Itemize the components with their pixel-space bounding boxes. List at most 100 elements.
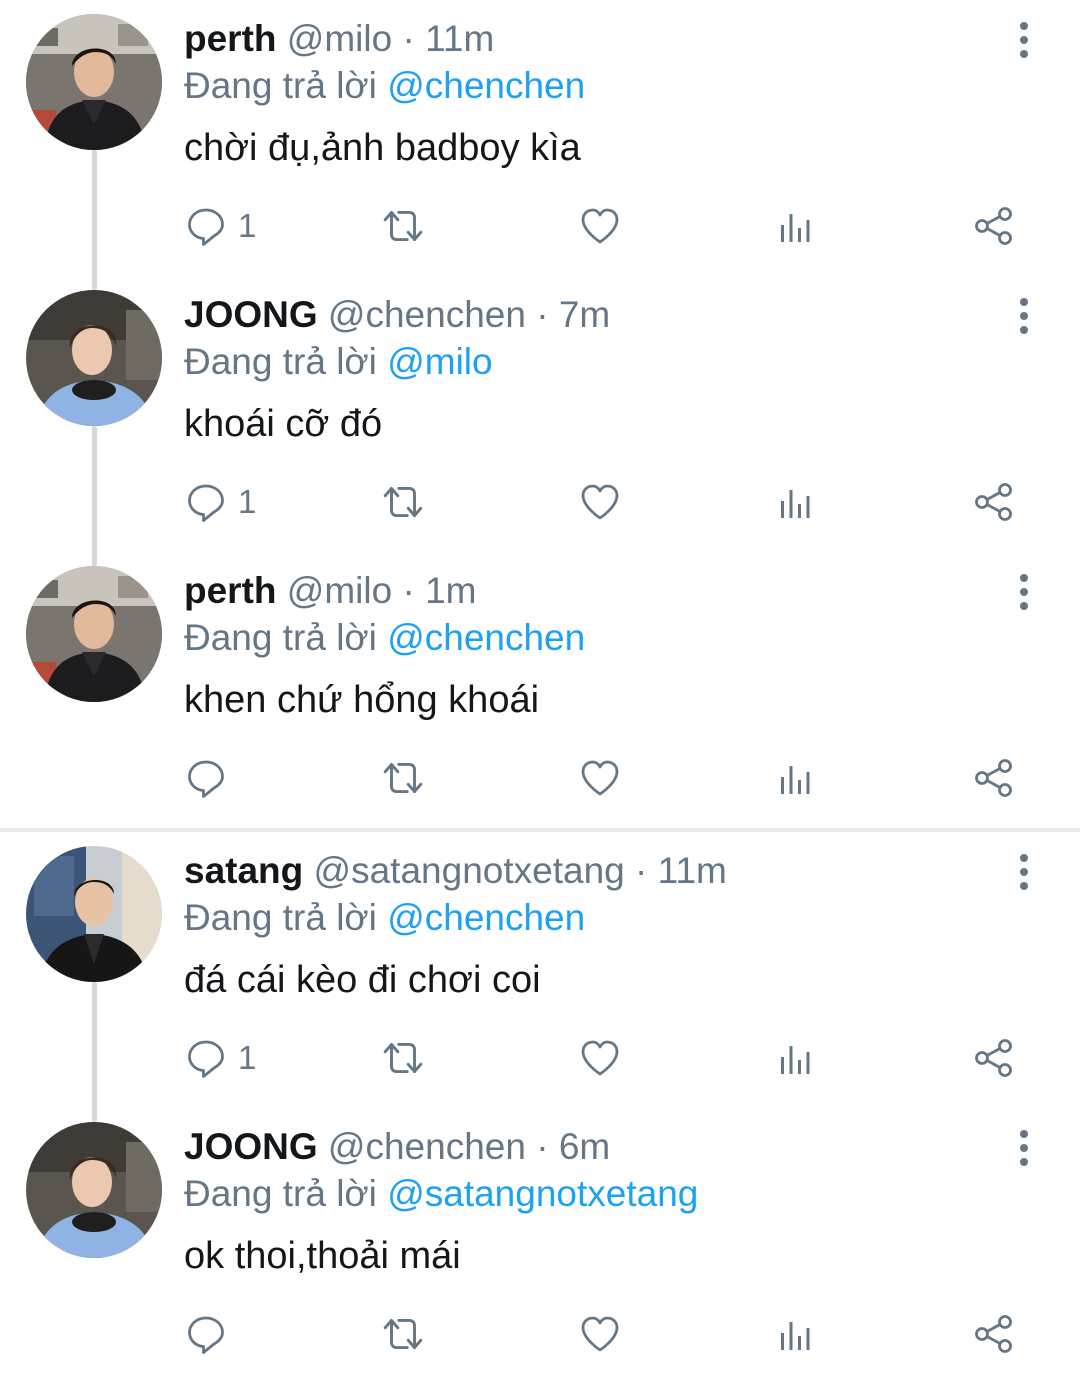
more-options-icon[interactable]	[1006, 18, 1042, 62]
retweet-button[interactable]	[380, 460, 426, 544]
timestamp[interactable]: 11m	[425, 18, 494, 59]
like-button[interactable]	[580, 736, 620, 820]
more-options-icon[interactable]	[1006, 850, 1042, 894]
replying-to-label: Đang trả lời	[184, 617, 377, 658]
replying-to-label: Đang trả lời	[184, 897, 377, 938]
stats-button[interactable]	[776, 1016, 816, 1100]
tweet-header: perth @milo · 11m	[184, 16, 494, 62]
avatar[interactable]	[26, 566, 162, 702]
tweet[interactable]: perth @milo · 1m Đang trả lời @chenchen kh…	[0, 552, 1080, 828]
tweet[interactable]: JOONG @chenchen · 7m Đang trả lời @milo kh…	[0, 276, 1080, 566]
reply-button[interactable]: 1	[186, 460, 256, 544]
like-button[interactable]	[580, 1016, 620, 1100]
tweet[interactable]: JOONG @chenchen · 6m Đang trả lời @satang…	[0, 1108, 1080, 1384]
user-handle[interactable]: @milo	[287, 570, 392, 611]
retweet-arrows-icon	[380, 481, 426, 523]
mention-link[interactable]: @milo	[387, 341, 492, 382]
tweet[interactable]: satang @satangnotxetang · 11m Đang trả lờ…	[0, 832, 1080, 1122]
reply-button[interactable]: 1	[186, 1016, 256, 1100]
like-button[interactable]	[580, 184, 620, 268]
retweet-button[interactable]	[380, 1016, 426, 1100]
mention-link[interactable]: @satangnotxetang	[387, 1173, 698, 1214]
avatar[interactable]	[26, 1122, 162, 1258]
more-options-icon[interactable]	[1006, 1126, 1042, 1170]
like-button[interactable]	[580, 1292, 620, 1376]
retweet-button[interactable]	[380, 184, 426, 268]
share-button[interactable]	[974, 736, 1014, 820]
stats-button[interactable]	[776, 736, 816, 820]
retweet-button[interactable]	[380, 736, 426, 820]
reply-count: 1	[238, 1039, 257, 1076]
retweet-arrows-icon	[380, 205, 426, 247]
reply-thread: perth @milo · 11m Đang trả lời @chenchen c…	[0, 0, 1080, 1384]
user-handle[interactable]: @satangnotxetang	[314, 850, 625, 891]
timestamp[interactable]: 6m	[559, 1126, 610, 1167]
reply-button[interactable]: 1	[186, 184, 256, 268]
display-name[interactable]: perth	[184, 18, 277, 59]
tweet-text: ok thoi,thoải mái	[184, 1235, 461, 1277]
user-handle[interactable]: @chenchen	[328, 294, 526, 335]
tweet-text: khen chứ hổng khoái	[184, 679, 540, 721]
share-nodes-icon	[974, 758, 1014, 798]
bar-chart-icon	[776, 1314, 816, 1354]
bar-chart-icon	[776, 482, 816, 522]
separator-dot: ·	[536, 1126, 549, 1167]
speech-bubble-icon	[186, 1314, 226, 1354]
more-options-icon[interactable]	[1006, 294, 1042, 338]
avatar[interactable]	[26, 846, 162, 982]
reply-button[interactable]	[186, 1292, 238, 1376]
tweet-actions	[0, 1292, 1080, 1376]
tweet[interactable]: perth @milo · 11m Đang trả lời @chenchen c…	[0, 0, 1080, 290]
user-handle[interactable]: @chenchen	[328, 1126, 526, 1167]
stats-button[interactable]	[776, 1292, 816, 1376]
heart-icon	[580, 482, 620, 522]
like-button[interactable]	[580, 460, 620, 544]
display-name[interactable]: JOONG	[184, 294, 318, 335]
mention-link[interactable]: @chenchen	[387, 897, 585, 938]
avatar[interactable]	[26, 290, 162, 426]
tweet-text: đá cái kèo đi chơi coi	[184, 959, 541, 1001]
share-nodes-icon	[974, 1314, 1014, 1354]
replying-to: Đang trả lời @chenchen	[184, 63, 585, 109]
retweet-arrows-icon	[380, 757, 426, 799]
stats-button[interactable]	[776, 460, 816, 544]
timestamp[interactable]: 7m	[559, 294, 610, 335]
heart-icon	[580, 206, 620, 246]
bar-chart-icon	[776, 1038, 816, 1078]
replying-to: Đang trả lời @chenchen	[184, 895, 585, 941]
reply-button[interactable]	[186, 736, 238, 820]
retweet-button[interactable]	[380, 1292, 426, 1376]
share-button[interactable]	[974, 460, 1014, 544]
tweet-header: JOONG @chenchen · 7m	[184, 292, 610, 338]
separator-dot: ·	[402, 18, 415, 59]
bar-chart-icon	[776, 758, 816, 798]
share-button[interactable]	[974, 1016, 1014, 1100]
share-button[interactable]	[974, 1292, 1014, 1376]
tweet-actions	[0, 736, 1080, 820]
tweet-text: chời đụ,ảnh badboy kìa	[184, 127, 581, 169]
timestamp[interactable]: 1m	[425, 570, 476, 611]
more-options-icon[interactable]	[1006, 570, 1042, 614]
replying-to: Đang trả lời @chenchen	[184, 615, 585, 661]
retweet-arrows-icon	[380, 1313, 426, 1355]
share-nodes-icon	[974, 206, 1014, 246]
user-handle[interactable]: @milo	[287, 18, 392, 59]
display-name[interactable]: satang	[184, 850, 303, 891]
mention-link[interactable]: @chenchen	[387, 65, 585, 106]
display-name[interactable]: perth	[184, 570, 277, 611]
mention-link[interactable]: @chenchen	[387, 617, 585, 658]
replying-to-label: Đang trả lời	[184, 341, 377, 382]
stats-button[interactable]	[776, 184, 816, 268]
share-button[interactable]	[974, 184, 1014, 268]
heart-icon	[580, 758, 620, 798]
reply-count: 1	[238, 207, 257, 244]
timestamp[interactable]: 11m	[658, 850, 727, 891]
replying-to-label: Đang trả lời	[184, 1173, 377, 1214]
display-name[interactable]: JOONG	[184, 1126, 318, 1167]
tweet-actions: 1	[0, 184, 1080, 268]
tweet-header: perth @milo · 1m	[184, 568, 476, 614]
avatar[interactable]	[26, 14, 162, 150]
speech-bubble-icon	[186, 482, 226, 522]
heart-icon	[580, 1038, 620, 1078]
tweet-header: satang @satangnotxetang · 11m	[184, 848, 727, 894]
